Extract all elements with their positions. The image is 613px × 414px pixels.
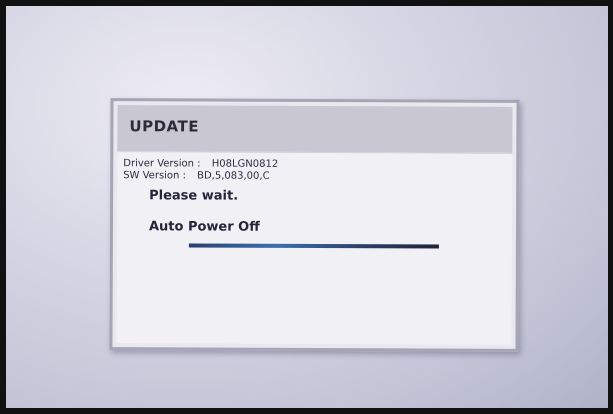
dialog-title-bar: UPDATE: [117, 105, 513, 153]
auto-power-off-message: Auto Power Off: [148, 219, 260, 235]
sw-version-row: SW Version : BD,5,083,00,C: [123, 170, 269, 182]
sw-version-value: BD,5,083,00,C: [197, 170, 270, 182]
tv-screen: UPDATE Driver Version : H08LGN0812 SW Ve…: [6, 6, 608, 408]
driver-version-value: H08LGN0812: [211, 158, 279, 170]
update-dialog: UPDATE Driver Version : H08LGN0812 SW Ve…: [109, 98, 520, 352]
sw-version-label: SW Version :: [123, 170, 186, 182]
update-progress-fill: [188, 243, 439, 249]
dialog-body: Driver Version : H08LGN0812 SW Version :…: [116, 151, 513, 345]
driver-version-row: Driver Version : H08LGN0812: [123, 158, 278, 170]
driver-version-label: Driver Version :: [123, 158, 201, 170]
dialog-title: UPDATE: [129, 117, 200, 136]
please-wait-message: Please wait.: [149, 188, 239, 204]
update-progress-bar: [188, 243, 439, 249]
